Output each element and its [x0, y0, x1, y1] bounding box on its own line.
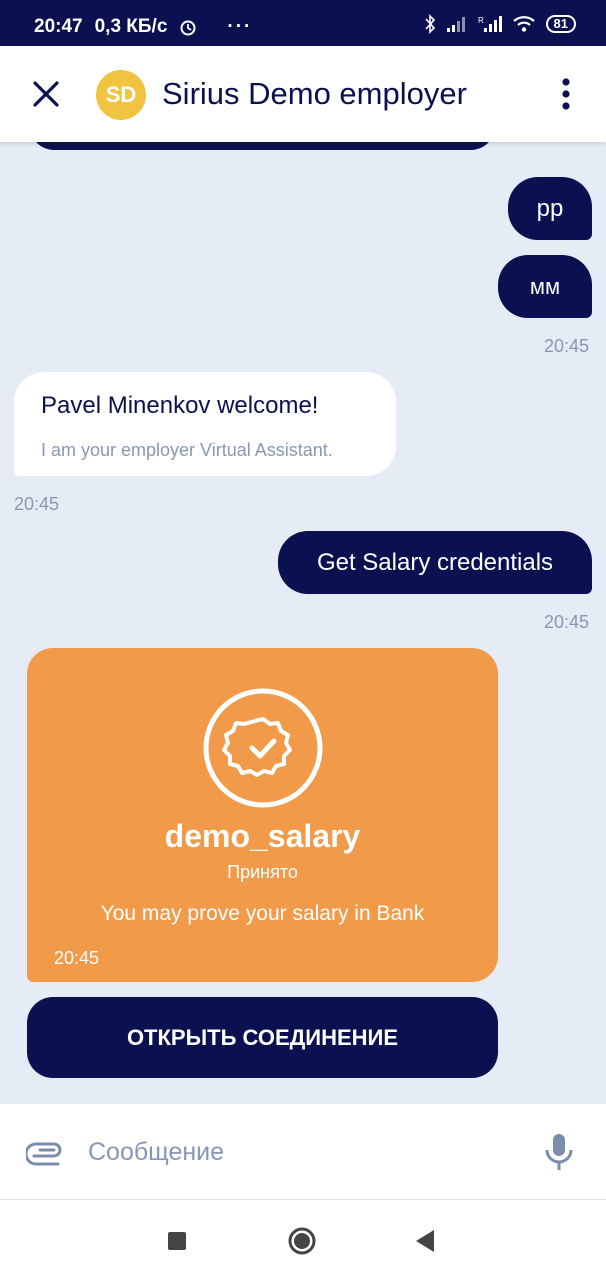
previous-message-bubble	[30, 142, 495, 150]
alarm-icon	[180, 20, 196, 36]
recents-icon[interactable]	[162, 1226, 192, 1256]
wifi-icon	[512, 16, 535, 32]
chat-title: Sirius Demo employer	[162, 76, 467, 111]
outgoing-message[interactable]: pp	[508, 177, 592, 240]
attachment-icon[interactable]	[26, 1134, 68, 1170]
chat-messages[interactable]: pp мм 20:45 Pavel Minenkov welcome! I am…	[0, 142, 606, 1104]
message-subtext: I am your employer Virtual Assistant.	[41, 440, 333, 460]
svg-text:R: R	[478, 16, 484, 25]
message-time: 20:45	[544, 336, 590, 356]
message-time: 20:45	[544, 612, 590, 632]
chat-header: SD Sirius Demo employer	[0, 46, 606, 142]
credential-name: demo_salary	[164, 818, 361, 854]
close-icon[interactable]	[26, 74, 66, 114]
credential-card[interactable]: demo_salary Принято You may prove your s…	[27, 648, 498, 982]
message-text: Pavel Minenkov welcome!	[41, 392, 319, 419]
status-bar: 20:47 0,3 КБ/с ··· R 81	[0, 0, 606, 46]
outgoing-message[interactable]: Get Salary credentials	[278, 531, 592, 594]
credential-description: You may prove your salary in Bank	[100, 902, 425, 925]
open-connection-button[interactable]: ОТКРЫТЬ СОЕДИНЕНИЕ	[27, 997, 498, 1078]
system-navigation-bar	[0, 1200, 606, 1280]
message-text: Get Salary credentials	[316, 548, 554, 576]
bluetooth-icon	[424, 14, 435, 34]
message-input[interactable]	[88, 1128, 508, 1176]
battery-indicator: 81	[545, 15, 576, 33]
verified-badge-icon	[203, 688, 323, 808]
outgoing-message[interactable]: мм	[498, 255, 592, 318]
signal-icon	[446, 17, 465, 32]
credential-status: Принято	[227, 862, 298, 882]
credential-time: 20:45	[54, 948, 100, 968]
status-time: 20:47	[34, 16, 83, 37]
message-time: 20:45	[14, 494, 60, 514]
back-icon[interactable]	[410, 1226, 440, 1256]
more-vert-icon[interactable]	[556, 76, 576, 112]
incoming-message[interactable]: Pavel Minenkov welcome! I am your employ…	[14, 372, 396, 476]
signal-roaming-icon: R	[478, 16, 502, 32]
message-text: мм	[529, 273, 561, 299]
home-icon[interactable]	[287, 1226, 317, 1256]
avatar: SD	[96, 70, 146, 120]
network-speed: 0,3 КБ/с	[94, 16, 168, 37]
message-text: pp	[536, 194, 564, 222]
more-notifications: ···	[227, 16, 253, 37]
message-composer	[0, 1104, 606, 1200]
microphone-icon[interactable]	[544, 1132, 574, 1172]
